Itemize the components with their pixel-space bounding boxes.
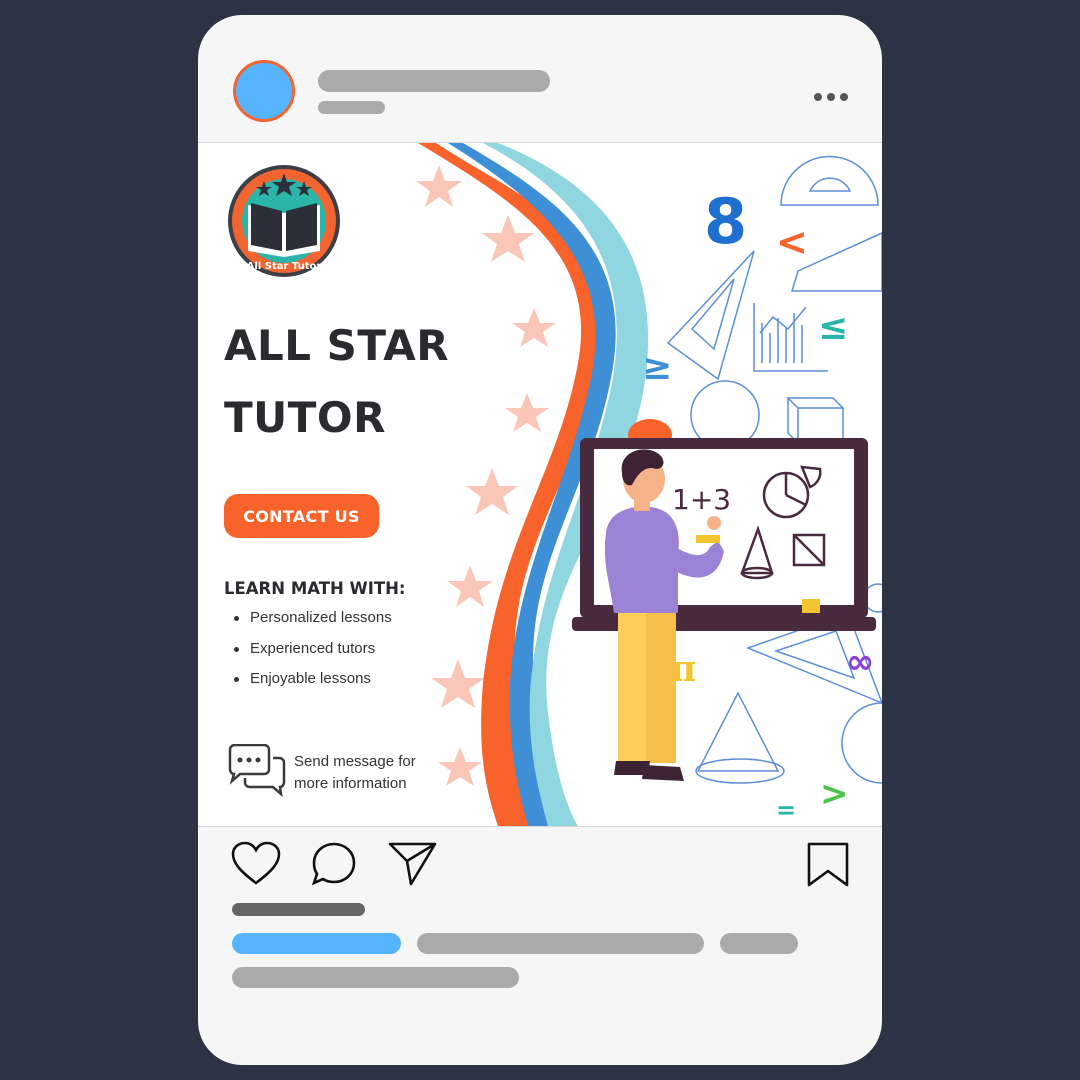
brand-logo: All Star Tutor <box>228 165 340 277</box>
message-line1: Send message for <box>294 753 416 770</box>
post-title-line2: TUTOR <box>224 393 386 442</box>
message-line2: more information <box>294 775 407 792</box>
contact-us-button[interactable]: CONTACT US <box>224 494 379 538</box>
message-prompt: Send message for more information <box>294 751 454 795</box>
post-title-line1: ALL STAR <box>224 321 450 370</box>
profile-avatar[interactable] <box>233 60 295 122</box>
likes-placeholder <box>232 903 365 916</box>
less-than-doodle: < <box>776 220 808 264</box>
caption-text-placeholder <box>232 967 519 988</box>
greater-equal-doodle: ≥ <box>642 347 672 388</box>
infinity-doodle: ∞ <box>846 642 874 682</box>
brand-logo-text: All Star Tutor <box>247 261 322 272</box>
bookmark-icon[interactable] <box>806 841 850 889</box>
social-post-card: 8 < ≤ ≥ π ∞ > = 1+3 All Star Tutor ALL S… <box>198 15 882 1065</box>
list-item: Experienced tutors <box>234 639 392 670</box>
username-placeholder[interactable] <box>318 70 550 92</box>
post-image: 8 < ≤ ≥ π ∞ > = 1+3 All Star Tutor ALL S… <box>198 142 882 827</box>
paper-plane-icon[interactable] <box>388 841 438 887</box>
digit-eight-doodle: 8 <box>704 185 747 258</box>
list-item: Personalized lessons <box>234 608 392 639</box>
benefits-list: Personalized lessons Experienced tutors … <box>234 608 392 700</box>
caption-username-placeholder[interactable] <box>232 933 401 954</box>
list-item: Enjoyable lessons <box>234 669 392 700</box>
caption-text-placeholder <box>417 933 704 954</box>
chat-bubbles-icon <box>228 744 286 798</box>
less-equal-doodle: ≤ <box>818 307 848 348</box>
comment-bubble-icon[interactable] <box>311 841 357 887</box>
heart-icon[interactable] <box>230 841 282 887</box>
learn-heading: LEARN MATH WITH: <box>224 579 406 598</box>
board-equation: 1+3 <box>672 483 731 516</box>
more-horizontal-icon[interactable] <box>814 93 850 103</box>
subtitle-placeholder <box>318 101 385 114</box>
greater-than-doodle: > <box>820 774 849 814</box>
caption-text-placeholder <box>720 933 798 954</box>
equals-doodle: = <box>776 796 796 824</box>
